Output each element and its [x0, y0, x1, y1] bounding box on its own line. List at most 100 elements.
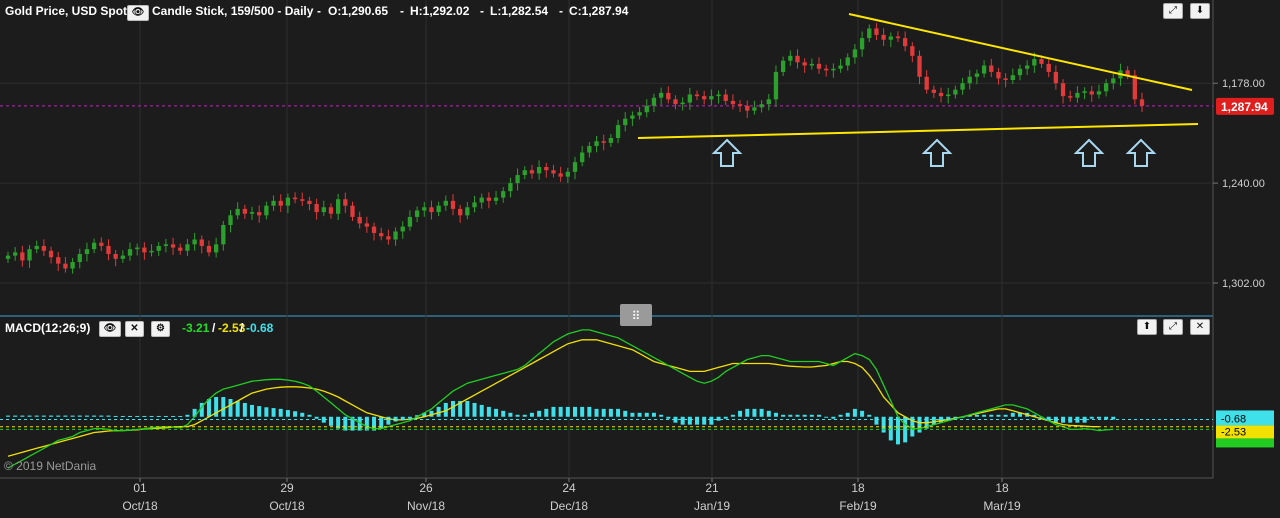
histogram-bar: [623, 410, 628, 417]
histogram-bar: [264, 407, 269, 417]
last-price-marker: 1,287.94: [1216, 97, 1274, 115]
candle-body: [981, 65, 987, 74]
histogram-bar: [537, 410, 542, 417]
histogram-bar: [630, 412, 635, 417]
histogram-bar: [551, 406, 556, 417]
histogram-bar: [508, 412, 513, 417]
candle-body: [13, 252, 18, 256]
candle-body: [120, 255, 125, 259]
candle-body: [544, 167, 549, 171]
candle-body: [780, 60, 786, 72]
candle-body: [673, 99, 678, 105]
candle-body: [845, 57, 850, 66]
histogram-bar: [307, 414, 312, 417]
eye-icon[interactable]: 👁: [127, 5, 149, 21]
macd-value-badge: [1216, 438, 1274, 448]
candle-body: [694, 94, 700, 97]
candle-body: [938, 92, 944, 97]
histogram-bar: [680, 416, 685, 425]
histogram-bar: [852, 408, 857, 417]
candle-body: [206, 245, 212, 253]
histogram-bar: [135, 415, 140, 417]
day-tick-label: 24: [562, 481, 576, 495]
download-icon[interactable]: ⬇: [1190, 3, 1210, 19]
candle-body: [328, 207, 334, 214]
candle-body: [41, 245, 47, 251]
candle-body: [989, 65, 994, 72]
expand-icon[interactable]: ⤢: [1163, 3, 1183, 19]
candle-body: [357, 216, 362, 224]
close-icon[interactable]: ✕: [125, 321, 144, 337]
candle-body: [508, 183, 513, 192]
candle-body: [213, 244, 219, 253]
histogram-bar: [809, 414, 814, 417]
high-value: H:1,292.02: [410, 4, 470, 18]
arrow-up-icon[interactable]: ⬆: [1137, 319, 1157, 335]
histogram-bar: [974, 414, 979, 417]
candle-body: [292, 197, 298, 200]
histogram-bar: [781, 414, 786, 417]
macd-pane[interactable]: [0, 317, 1213, 477]
histogram-bar: [738, 410, 743, 417]
day-tick-label: 01: [133, 481, 147, 495]
month-tick-label: Oct/18: [269, 499, 305, 513]
candle-body: [228, 215, 233, 225]
histogram-bar: [1003, 414, 1008, 417]
candle-body: [816, 63, 822, 69]
candle-body: [386, 236, 391, 240]
histogram-bar: [752, 408, 757, 417]
candle-body: [1103, 83, 1109, 92]
candle-body: [300, 199, 305, 201]
candle-body: [1025, 65, 1030, 69]
hist-value-label: -0.68: [1221, 413, 1246, 425]
candle-body: [996, 71, 1001, 79]
histogram-bar: [558, 406, 563, 417]
candle-body: [106, 245, 111, 254]
histogram-bar: [608, 408, 613, 417]
candle-body: [666, 92, 671, 100]
expand-icon[interactable]: ⤢: [1163, 319, 1183, 335]
candle-body: [917, 55, 922, 77]
histogram-bar: [982, 414, 987, 417]
candle-body: [515, 175, 520, 184]
candle-body: [185, 244, 190, 251]
histogram-bar: [687, 416, 692, 425]
price-pane[interactable]: [0, 0, 1213, 315]
candle-body: [1003, 78, 1008, 80]
histogram-bar: [544, 408, 549, 417]
price-tick-label: 1,302.00: [1222, 278, 1265, 290]
gear-icon[interactable]: ⚙: [151, 321, 170, 337]
candle-body: [5, 255, 11, 259]
eye-icon[interactable]: 👁: [99, 321, 121, 337]
histogram-bar: [185, 414, 190, 417]
candle-body: [1053, 71, 1059, 84]
candle-body: [199, 239, 204, 246]
candle-body: [1082, 91, 1087, 93]
histogram-bar: [328, 416, 333, 426]
macd-value: -3.21: [182, 321, 210, 335]
day-tick-label: 26: [419, 481, 433, 495]
candle-body: [235, 208, 240, 216]
candle-body: [56, 257, 61, 264]
close-icon[interactable]: ✕: [1190, 319, 1210, 335]
candle-body: [759, 104, 764, 108]
candle-body: [400, 226, 405, 232]
candle-body: [716, 94, 721, 97]
candle-body: [422, 207, 427, 211]
candle-body: [1096, 91, 1102, 95]
histogram-bar: [695, 416, 700, 425]
candle-body: [859, 38, 865, 50]
histogram-bar: [651, 412, 656, 417]
histogram-bar: [501, 410, 506, 417]
candle-body: [249, 212, 255, 214]
histogram-bar: [113, 415, 118, 417]
candle-body: [709, 96, 714, 100]
histogram-bar: [120, 415, 125, 417]
chart-canvas[interactable]: 1,302.00 1,240.00 1,178.00 01 Oct/18 29 Oct/1…: [0, 0, 1280, 518]
macd-title: MACD(12;26;9): [5, 321, 91, 335]
candle-body: [321, 207, 326, 213]
histogram-bar: [989, 414, 994, 417]
candle-body: [271, 200, 276, 206]
candle-body: [529, 170, 535, 174]
candle-body: [1132, 75, 1137, 100]
